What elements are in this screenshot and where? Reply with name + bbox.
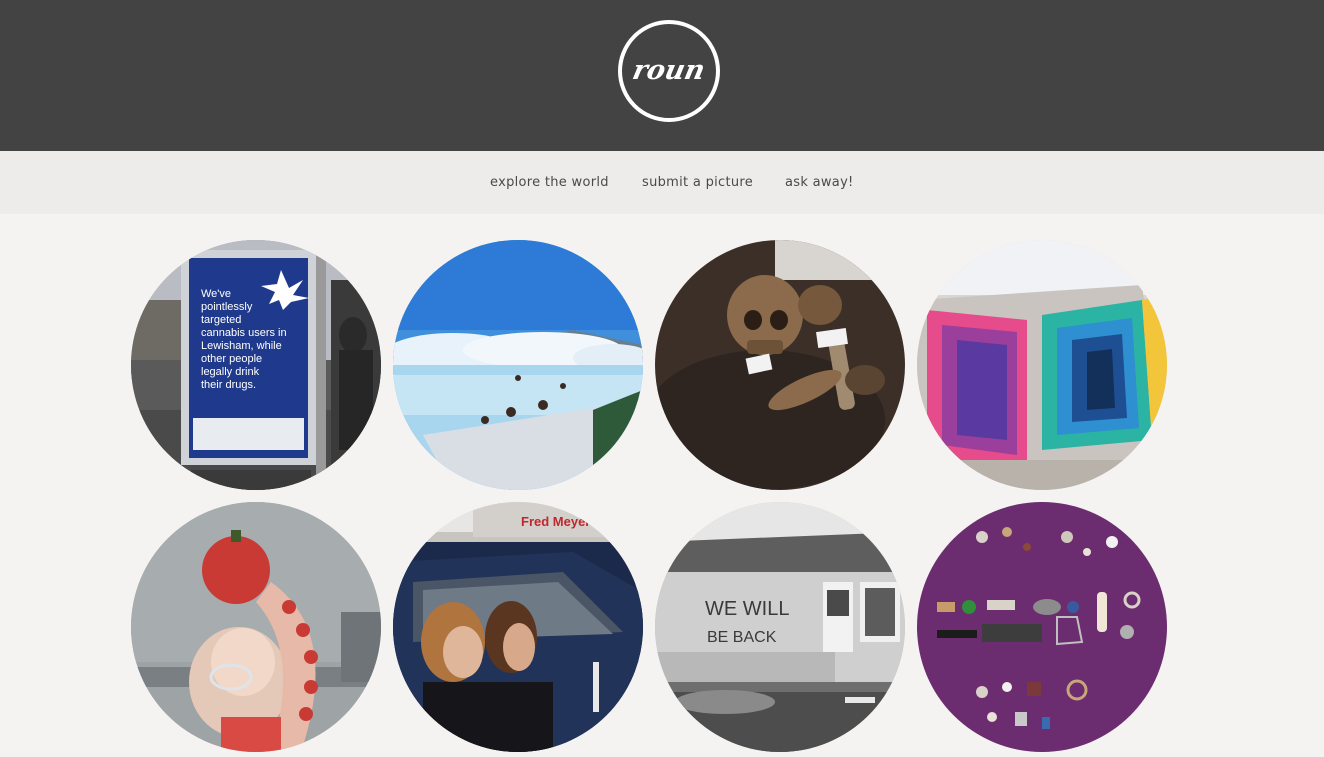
tomato-headpiece-image <box>131 502 381 752</box>
gallery-item-headpiece[interactable] <box>131 502 381 752</box>
excavated-skull-image <box>655 240 905 490</box>
colorful-mural-image <box>917 240 1167 490</box>
logo-text: roun <box>629 54 709 86</box>
objects-flatlay-image <box>917 502 1167 752</box>
poster-line: targeted <box>201 314 241 326</box>
nav-submit-link[interactable]: submit a picture <box>642 175 753 190</box>
poster-line: legally drink <box>201 366 260 378</box>
graffiti-text: BE BACK <box>707 629 777 646</box>
site-logo[interactable]: roun <box>618 20 720 122</box>
main-nav: explore the world submit a picture ask a… <box>0 151 1324 214</box>
poster-line: pointlessly <box>201 301 253 313</box>
nav-explore-link[interactable]: explore the world <box>490 175 609 190</box>
graffiti-text: WE WILL <box>705 598 789 620</box>
gallery-item-objects[interactable] <box>917 502 1167 752</box>
nav-ask-link[interactable]: ask away! <box>785 175 854 190</box>
poster-line: their drugs. <box>201 379 256 391</box>
poster-line: Lewisham, while <box>201 340 282 352</box>
gallery-item-house[interactable]: WE WILL BE BACK <box>655 502 905 752</box>
gallery-item-lagoon[interactable] <box>393 240 643 490</box>
gallery-item-skull[interactable] <box>655 240 905 490</box>
graffiti-house-image: WE WILL BE BACK <box>655 502 905 752</box>
car-passengers-image: Fred Meyer <box>393 502 643 752</box>
poster-line: cannabis users in <box>201 327 287 339</box>
blue-lagoon-image <box>393 240 643 490</box>
gallery-item-mural[interactable] <box>917 240 1167 490</box>
poster-line: We've <box>201 288 231 300</box>
gallery-item-poster[interactable]: We've pointlessly targeted cannabis user… <box>131 240 381 490</box>
gallery-item-car[interactable]: Fred Meyer <box>393 502 643 752</box>
poster-line: other people <box>201 353 262 365</box>
store-sign-text: Fred Meyer <box>521 514 590 529</box>
bus-stop-poster-image: We've pointlessly targeted cannabis user… <box>131 240 381 490</box>
site-header: roun <box>0 0 1324 151</box>
